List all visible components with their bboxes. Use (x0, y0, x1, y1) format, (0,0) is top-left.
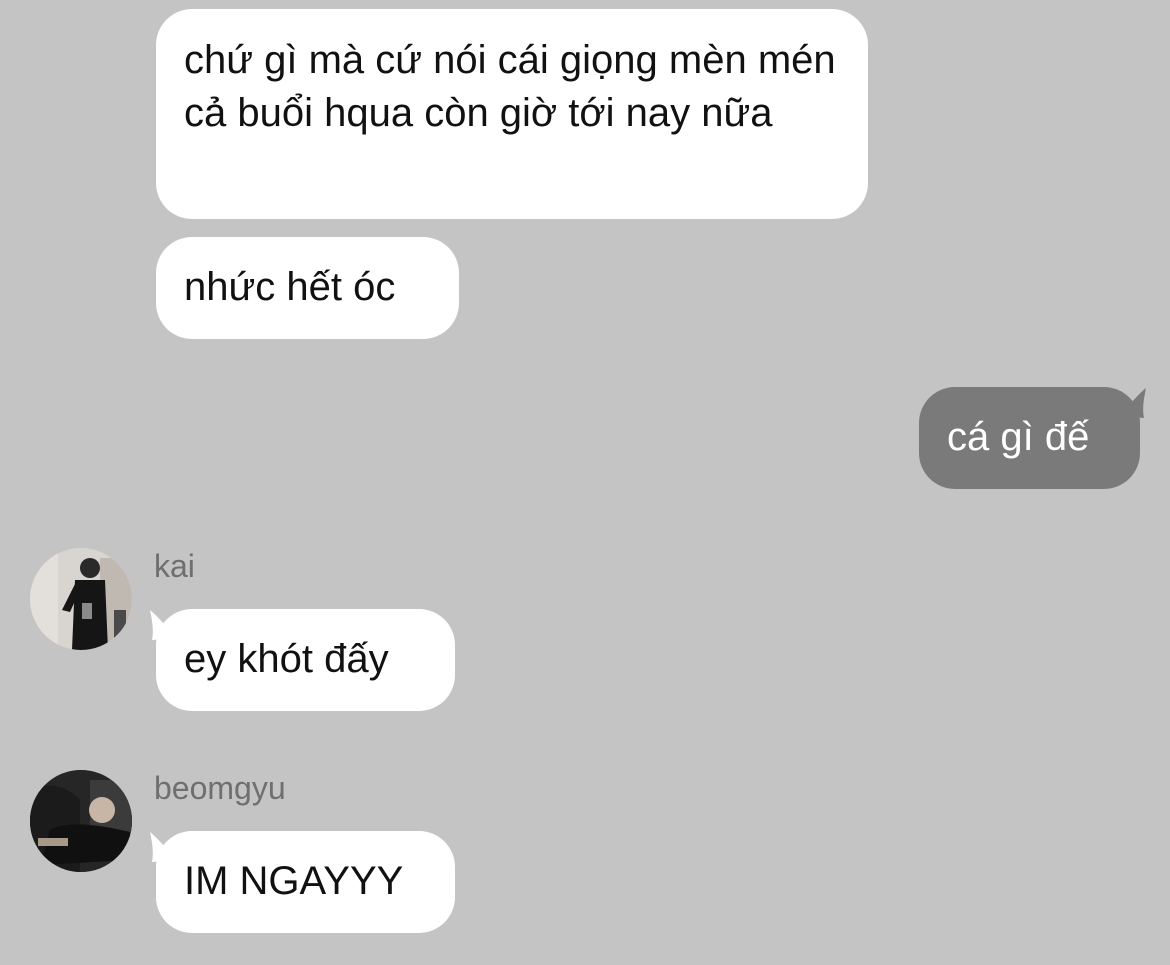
message-bubble[interactable]: IM NGAYYY (156, 831, 455, 933)
message-bubble[interactable]: chứ gì mà cứ nói cái giọng mèn mén cả bu… (156, 9, 868, 219)
sender-name: kai (154, 548, 195, 584)
message-text: chứ gì mà cứ nói cái giọng mèn mén cả bu… (184, 38, 836, 135)
message-text: nhức hết óc (184, 265, 396, 309)
message-text: IM NGAYYY (184, 859, 404, 903)
message-bubble[interactable]: nhức hết óc (156, 237, 459, 339)
my-message-bubble[interactable]: cá gì đế (919, 387, 1140, 489)
chat-screen: { "messages": { "m1": "chứ gì mà cứ nói … (0, 0, 1170, 965)
message-bubble[interactable]: ey khót đấy (156, 609, 455, 711)
avatar-photo-icon (30, 770, 132, 872)
message-text: cá gì đế (947, 415, 1090, 459)
sender-name: beomgyu (154, 770, 286, 806)
avatar-beomgyu[interactable] (30, 770, 132, 872)
avatar-kai[interactable] (30, 548, 132, 650)
bubble-tail-icon (1118, 388, 1146, 418)
message-text: ey khót đấy (184, 637, 389, 681)
avatar-photo-icon (30, 548, 132, 650)
